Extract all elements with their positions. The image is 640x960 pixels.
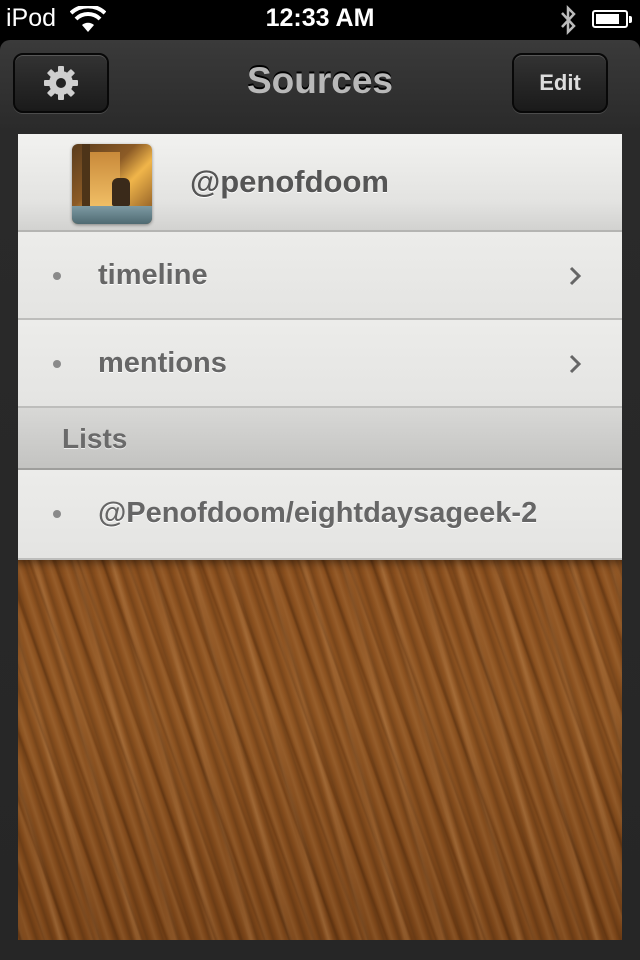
list-item-mentions[interactable]: mentions bbox=[18, 320, 622, 408]
account-name: @penofdoom bbox=[190, 164, 389, 199]
battery-icon bbox=[592, 10, 632, 28]
navigation-bar: Sources Edit bbox=[0, 40, 640, 132]
avatar bbox=[72, 144, 152, 224]
bullet-icon bbox=[53, 360, 61, 368]
edit-button[interactable]: Edit bbox=[512, 53, 608, 113]
bluetooth-icon bbox=[561, 4, 576, 36]
bullet-icon bbox=[53, 510, 61, 518]
status-bar: iPod 12:33 AM bbox=[0, 0, 640, 40]
wood-background bbox=[18, 560, 622, 940]
list-item-label: @Penofdoom/eightdaysageek-2 bbox=[98, 497, 538, 529]
chevron-right-icon bbox=[569, 266, 582, 286]
list-item-timeline[interactable]: timeline bbox=[18, 232, 622, 320]
list-item-label: mentions bbox=[98, 347, 227, 379]
account-header[interactable]: @penofdoom bbox=[18, 134, 622, 232]
sources-list: @penofdoom timeline mentions Lists @Peno… bbox=[18, 134, 622, 940]
chevron-right-icon bbox=[569, 354, 582, 374]
clock: 12:33 AM bbox=[265, 4, 375, 32]
list-item-eightdaysageek[interactable]: @Penofdoom/eightdaysageek-2 bbox=[18, 470, 622, 560]
section-header-lists: Lists bbox=[18, 408, 622, 470]
app-window: Sources Edit @penofdoom timeline mention… bbox=[0, 40, 640, 960]
bullet-icon bbox=[53, 272, 61, 280]
section-title: Lists bbox=[62, 423, 128, 454]
battery-level bbox=[596, 14, 619, 24]
list-item-label: timeline bbox=[98, 259, 208, 291]
